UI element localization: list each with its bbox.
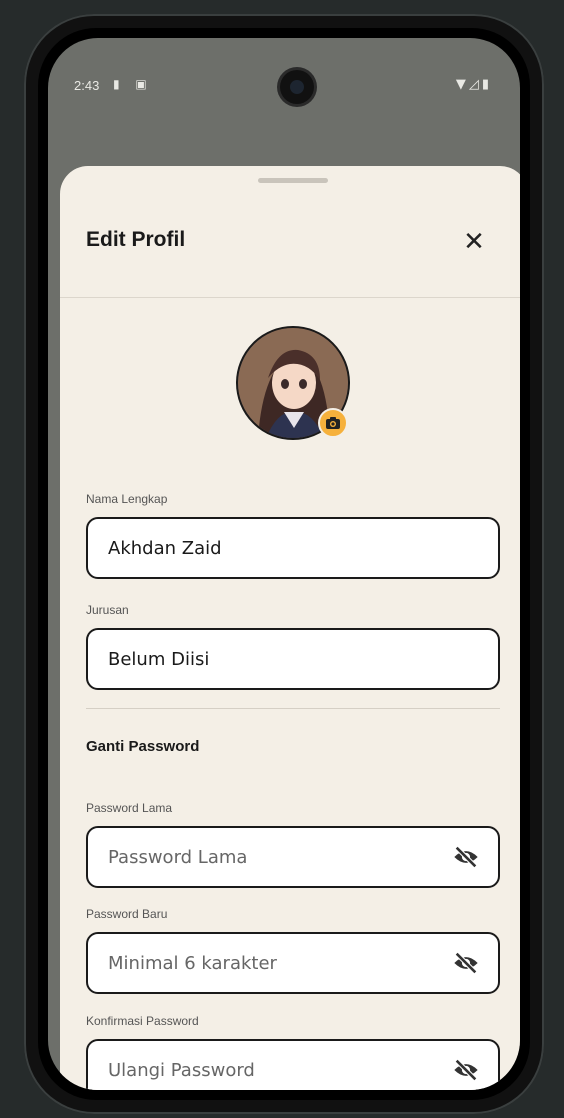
header-divider bbox=[60, 297, 520, 298]
name-label: Nama Lengkap bbox=[86, 492, 168, 506]
system-icons: ▼◿▮ bbox=[455, 77, 492, 92]
section-divider bbox=[86, 708, 500, 709]
major-label: Jurusan bbox=[86, 603, 129, 617]
confirm-password-label: Konfirmasi Password bbox=[86, 1014, 199, 1028]
camera-icon bbox=[326, 417, 340, 429]
major-input[interactable] bbox=[106, 647, 480, 671]
old-password-field-container bbox=[86, 826, 500, 888]
change-photo-button[interactable] bbox=[318, 408, 348, 438]
password-section-title: Ganti Password bbox=[86, 738, 200, 755]
screen: 2:43 ▮ ▣ ▼◿▮ Edit Profil ✕ Nama Lengkap … bbox=[48, 38, 520, 1090]
confirm-password-field-container bbox=[86, 1039, 500, 1090]
phone-frame: 2:43 ▮ ▣ ▼◿▮ Edit Profil ✕ Nama Lengkap … bbox=[24, 14, 544, 1114]
drag-handle[interactable] bbox=[258, 178, 328, 183]
close-icon: ✕ bbox=[463, 227, 485, 257]
front-camera bbox=[280, 70, 314, 104]
status-time: 2:43 bbox=[74, 78, 100, 93]
major-field-container bbox=[86, 628, 500, 690]
confirm-password-input[interactable] bbox=[106, 1058, 452, 1082]
name-field-container bbox=[86, 517, 500, 579]
close-button[interactable]: ✕ bbox=[460, 228, 488, 256]
edit-profile-sheet: Edit Profil ✕ Nama Lengkap Akhdan Zaid J… bbox=[60, 166, 520, 1090]
notification-icons: ▮ ▣ bbox=[113, 77, 153, 91]
avatar-container[interactable] bbox=[236, 326, 350, 440]
sheet-title: Edit Profil bbox=[86, 228, 186, 251]
new-password-input[interactable] bbox=[106, 951, 452, 975]
new-password-field-container bbox=[86, 932, 500, 994]
eye-off-icon[interactable] bbox=[452, 949, 480, 977]
eye-off-icon[interactable] bbox=[452, 1056, 480, 1084]
old-password-label: Password Lama bbox=[86, 801, 173, 815]
phone-bezel: 2:43 ▮ ▣ ▼◿▮ Edit Profil ✕ Nama Lengkap … bbox=[38, 28, 530, 1100]
old-password-input[interactable] bbox=[106, 845, 452, 869]
eye-off-icon[interactable] bbox=[452, 843, 480, 871]
name-input[interactable] bbox=[106, 536, 480, 560]
new-password-label: Password Baru bbox=[86, 907, 168, 921]
